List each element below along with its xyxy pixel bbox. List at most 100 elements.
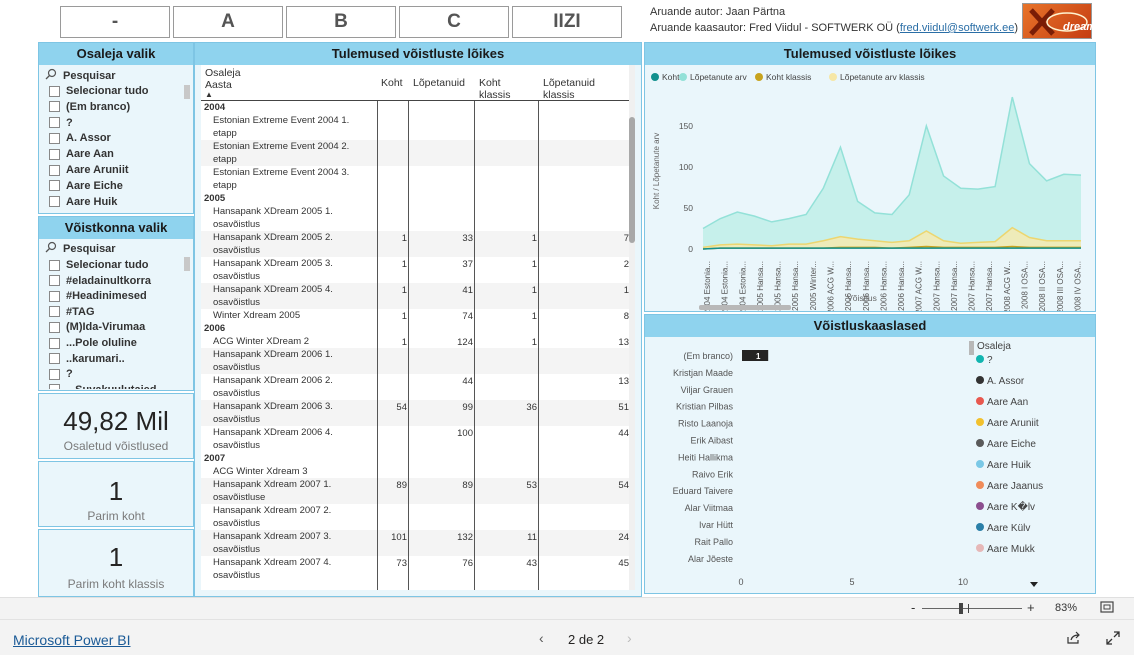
header-class-finishers[interactable]: Lõpetanuid klassis xyxy=(539,65,631,101)
nav-button-a[interactable]: A xyxy=(173,6,283,38)
slicer-item[interactable]: ? xyxy=(49,116,73,130)
checkbox[interactable] xyxy=(49,384,60,389)
table-row[interactable]: Hansapank XDream 2005 2. osavõistlus 1 33 1 7 xyxy=(201,231,629,257)
slicer-item[interactable]: #TAG xyxy=(49,305,95,319)
table-row[interactable]: Estonian Extreme Event 2004 3. etapp xyxy=(201,166,629,192)
zoom-out-button[interactable]: - xyxy=(911,600,915,615)
fullscreen-icon[interactable] xyxy=(1106,631,1120,650)
checkbox[interactable] xyxy=(49,321,60,333)
header-class-place[interactable]: Koht klassis xyxy=(475,65,539,101)
table-scrollbar-track[interactable] xyxy=(629,65,635,590)
table-row[interactable]: Hansapank Xdream 2007 3. osavõistlus 101 13… xyxy=(201,530,629,556)
year-row[interactable]: 2007 xyxy=(201,452,629,465)
table-row[interactable]: ACG Winter XDream 2 1 124 1 13 xyxy=(201,335,629,348)
slicer-item[interactable]: Selecionar tudo xyxy=(49,84,149,98)
results-table-title: Tulemused võistluste lõikes xyxy=(195,43,641,65)
checkbox[interactable] xyxy=(49,306,60,318)
table-row[interactable]: Hansapank XDream 2005 3. osavõistlus 1 37 1 2 xyxy=(201,257,629,283)
zoom-slider-thumb[interactable] xyxy=(959,603,963,614)
slicer-scrollbar[interactable] xyxy=(184,257,190,271)
header-finishers[interactable]: Lõpetanuid xyxy=(409,65,475,101)
row-label-line: Hansapank XDream 2006 2. xyxy=(213,375,333,386)
table-row[interactable]: Hansapank XDream 2006 2. osavõistlus 44 13 xyxy=(201,374,629,400)
slicer-item[interactable]: Aare Eiche xyxy=(49,179,123,193)
fit-page-icon[interactable] xyxy=(1100,601,1114,619)
checkbox[interactable] xyxy=(49,290,60,302)
slicer-item[interactable]: (M)Ida-Virumaa xyxy=(49,320,145,334)
year-row[interactable]: 2004 xyxy=(201,101,629,114)
table-row[interactable]: Estonian Extreme Event 2004 2. etapp xyxy=(201,140,629,166)
checkbox[interactable] xyxy=(49,337,60,349)
table-row[interactable]: Hansapank Xdream 2007 1. osavõistluse 89 89… xyxy=(201,478,629,504)
zoom-in-button[interactable]: + xyxy=(1027,600,1035,615)
checkbox[interactable] xyxy=(49,353,60,365)
row-label-line: 2004 xyxy=(204,102,226,113)
table-row[interactable]: Hansapank XDream 2005 4. osavõistlus 1 41 1 1 xyxy=(201,283,629,309)
share-icon[interactable] xyxy=(1066,631,1082,650)
table-row[interactable]: Hansapank XDream 2005 1. osavõistlus xyxy=(201,205,629,231)
checkbox[interactable] xyxy=(49,164,60,176)
header-row-labels[interactable]: Osaleja Aasta ▲ xyxy=(201,65,377,101)
nav-button-c[interactable]: C xyxy=(399,6,509,38)
nav-button-iizi[interactable]: IIZI xyxy=(512,6,622,38)
table-row[interactable]: Winter Xdream 2005 1 74 1 8 xyxy=(201,309,629,322)
checkbox[interactable] xyxy=(49,85,60,97)
legend-item[interactable]: Aare Jaanus xyxy=(987,481,1043,492)
legend-scroll-down-icon[interactable] xyxy=(1030,582,1038,587)
next-page-icon[interactable]: › xyxy=(627,630,632,646)
row-label-line: osavõistluse xyxy=(213,492,266,503)
checkbox[interactable] xyxy=(49,132,60,144)
table-row[interactable]: Hansapank XDream 2006 4. osavõistlus 100 44 xyxy=(201,426,629,452)
legend-item[interactable]: Aare Mukk xyxy=(987,544,1036,555)
row-label-line: ACG Winter Xdream 3 xyxy=(213,466,308,477)
table-row[interactable]: Hansapank XDream 2006 1. osavõistlus xyxy=(201,348,629,374)
checkbox[interactable] xyxy=(49,196,60,208)
header-place[interactable]: Koht xyxy=(377,65,409,101)
legend-item[interactable]: Aare Külv xyxy=(987,523,1030,534)
slicer-item[interactable]: A. Assor xyxy=(49,131,111,145)
nav-button-b[interactable]: B xyxy=(286,6,396,38)
slicer-item[interactable]: ? xyxy=(49,367,73,381)
legend-item[interactable]: ? xyxy=(987,355,993,366)
year-row[interactable]: 2006 xyxy=(201,322,629,335)
year-row[interactable]: 2005 xyxy=(201,192,629,205)
checkbox[interactable] xyxy=(49,259,60,271)
prev-page-icon[interactable]: ‹ xyxy=(539,630,544,646)
zoom-slider-track[interactable] xyxy=(922,608,1022,609)
table-row[interactable]: Hansapank Xdream 2007 4. osavõistlus 73 76 4… xyxy=(201,556,629,582)
checkbox[interactable] xyxy=(49,148,60,160)
slicer-item[interactable]: Aare Huik xyxy=(49,195,117,209)
checkbox[interactable] xyxy=(49,368,60,380)
checkbox[interactable] xyxy=(49,101,60,113)
slicer-item[interactable]: ..karumari.. xyxy=(49,352,125,366)
legend-item[interactable]: Aare Aruniit xyxy=(987,418,1039,429)
slicer-scrollbar[interactable] xyxy=(184,85,190,99)
nav-button-dash[interactable]: - xyxy=(60,6,170,38)
table-row[interactable]: Estonian Extreme Event 2004 1. etapp xyxy=(201,114,629,140)
table-row[interactable]: Hansapank Xdream 2007 2. osavõistlus xyxy=(201,504,629,530)
slicer-item[interactable]: #eladainultkorra xyxy=(49,274,151,288)
legend-item[interactable]: Aare Huik xyxy=(987,460,1032,471)
slicer-item[interactable]: Aare Aruniit xyxy=(49,163,129,177)
slicer-item[interactable]: (Em branco) xyxy=(49,100,130,114)
table-row[interactable]: ACG Winter Xdream 3 xyxy=(201,465,629,478)
legend-item[interactable]: Aare Eiche xyxy=(987,439,1036,450)
slicer-item[interactable]: ...Pole oluline xyxy=(49,336,137,350)
slicer-item[interactable]: ...Suvakuulutaied ... xyxy=(49,383,169,389)
x-tick-label: 2005 Winter... xyxy=(809,261,818,310)
checkbox[interactable] xyxy=(49,275,60,287)
checkbox[interactable] xyxy=(49,180,60,192)
table-row[interactable]: Hansapank XDream 2006 3. osavõistlus 54 99 3… xyxy=(201,400,629,426)
slicer-item[interactable]: Aare Aan xyxy=(49,147,114,161)
coauthor-email-link[interactable]: fred.viidul@softwerk.ee xyxy=(900,22,1015,34)
legend-item[interactable]: Aare Aan xyxy=(987,397,1028,408)
powerbi-brand-link[interactable]: Microsoft Power BI xyxy=(13,632,130,648)
legend-item[interactable]: A. Assor xyxy=(987,376,1025,387)
table-scrollbar-thumb[interactable] xyxy=(629,117,635,243)
checkbox[interactable] xyxy=(49,117,60,129)
legend-item[interactable]: Aare K�lv xyxy=(987,500,1035,513)
participant-search[interactable]: Pesquisar xyxy=(45,68,116,83)
slicer-item[interactable]: Selecionar tudo xyxy=(49,258,149,272)
slicer-item[interactable]: #Headinimesed xyxy=(49,289,147,303)
legend-scrollbar[interactable] xyxy=(969,341,974,355)
